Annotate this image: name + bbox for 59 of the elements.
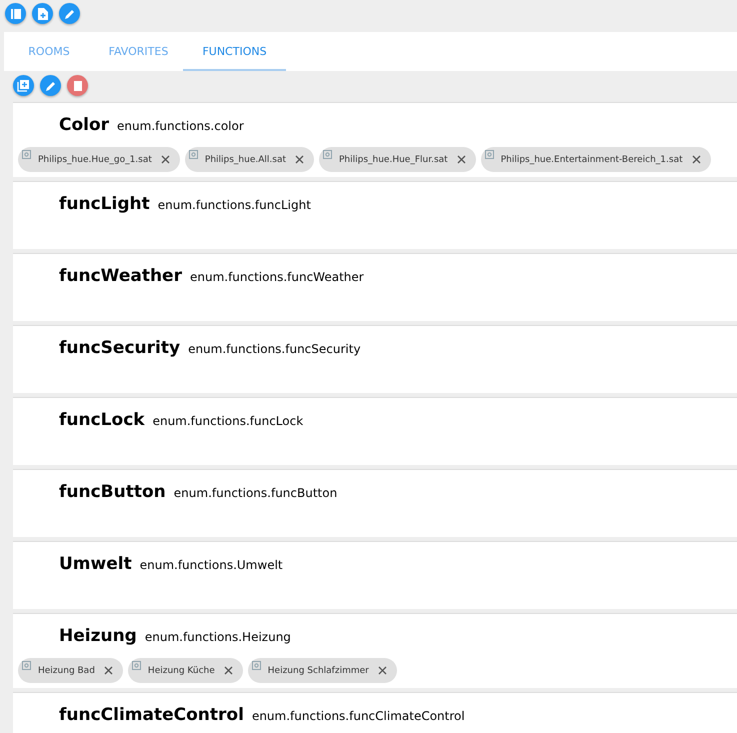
member-chip[interactable]: Heizung Bad — [18, 658, 123, 683]
state-icon — [484, 150, 494, 159]
chip-label: Philips_hue.All.sat — [204, 154, 286, 164]
member-chip[interactable]: Heizung Küche — [128, 658, 243, 683]
close-icon[interactable] — [456, 155, 466, 164]
enum-name: funcLight — [59, 194, 150, 214]
close-icon[interactable] — [294, 155, 304, 164]
close-icon[interactable] — [160, 155, 170, 164]
enum-id: enum.functions.funcClimateControl — [252, 709, 465, 723]
member-chip[interactable]: Heizung Schlafzimmer — [248, 658, 397, 683]
enum-name: Heizung — [59, 626, 137, 646]
member-chip[interactable]: Philips_hue.All.sat — [184, 147, 314, 172]
chip-label: Heizung Küche — [148, 666, 215, 676]
chip-label: Philips_hue.Hue_Flur.sat — [338, 154, 448, 164]
file-plus-icon — [36, 6, 48, 20]
enum-id: enum.functions.funcWeather — [190, 270, 364, 284]
add-file-button[interactable] — [32, 3, 53, 24]
state-icon — [322, 150, 332, 159]
pencil-icon — [64, 8, 76, 20]
enum-name: funcClimateControl — [59, 705, 244, 725]
member-chip[interactable]: Philips_hue.Hue_Flur.sat — [318, 147, 476, 172]
enum-id: enum.functions.funcButton — [174, 486, 338, 500]
tab[interactable]: FUNCTIONS — [183, 32, 286, 71]
delete-button[interactable] — [67, 75, 88, 96]
state-icon — [252, 661, 261, 670]
trash-icon — [72, 80, 82, 92]
enum-name: Color — [59, 115, 110, 135]
enum-id: enum.functions.Umwelt — [140, 558, 283, 572]
state-icon — [188, 150, 198, 159]
enum-name: Umwelt — [59, 554, 132, 574]
chip-label: Philips_hue.Hue_go_1.sat — [38, 154, 152, 164]
close-icon[interactable] — [224, 666, 233, 675]
enum-id: enum.functions.Heizung — [144, 630, 291, 644]
panel-icon — [10, 8, 22, 20]
chip-label: Heizung Bad — [38, 666, 95, 676]
panel-toggle-button[interactable] — [5, 3, 26, 24]
close-icon[interactable] — [378, 666, 387, 675]
enum-id: enum.functions.funcLight — [158, 198, 311, 212]
state-icon — [22, 150, 31, 159]
enum-name: funcLock — [59, 410, 145, 430]
enum-id: enum.functions.funcSecurity — [188, 342, 361, 356]
enum-name: funcButton — [59, 482, 166, 502]
enum-id: enum.functions.color — [117, 119, 244, 133]
member-chip[interactable]: Philips_hue.Entertainment-Bereich_1.sat — [480, 147, 711, 172]
add-button[interactable] — [13, 75, 34, 96]
enum-name: funcSecurity — [59, 338, 180, 358]
chip-label: Heizung Schlafzimmer — [268, 666, 369, 676]
edit-button[interactable] — [40, 75, 61, 96]
close-icon[interactable] — [104, 666, 113, 675]
member-chip[interactable]: Philips_hue.Hue_go_1.sat — [18, 147, 180, 172]
state-icon — [22, 661, 31, 670]
add-copy-icon — [17, 79, 30, 92]
close-icon[interactable] — [692, 155, 701, 164]
pencil-icon — [44, 80, 56, 92]
edit-button[interactable] — [59, 3, 80, 24]
chip-label: Philips_hue.Entertainment-Bereich_1.sat — [500, 154, 683, 164]
enum-name: funcWeather — [59, 266, 182, 286]
state-icon — [132, 661, 141, 670]
enum-id: enum.functions.funcLock — [152, 414, 304, 428]
